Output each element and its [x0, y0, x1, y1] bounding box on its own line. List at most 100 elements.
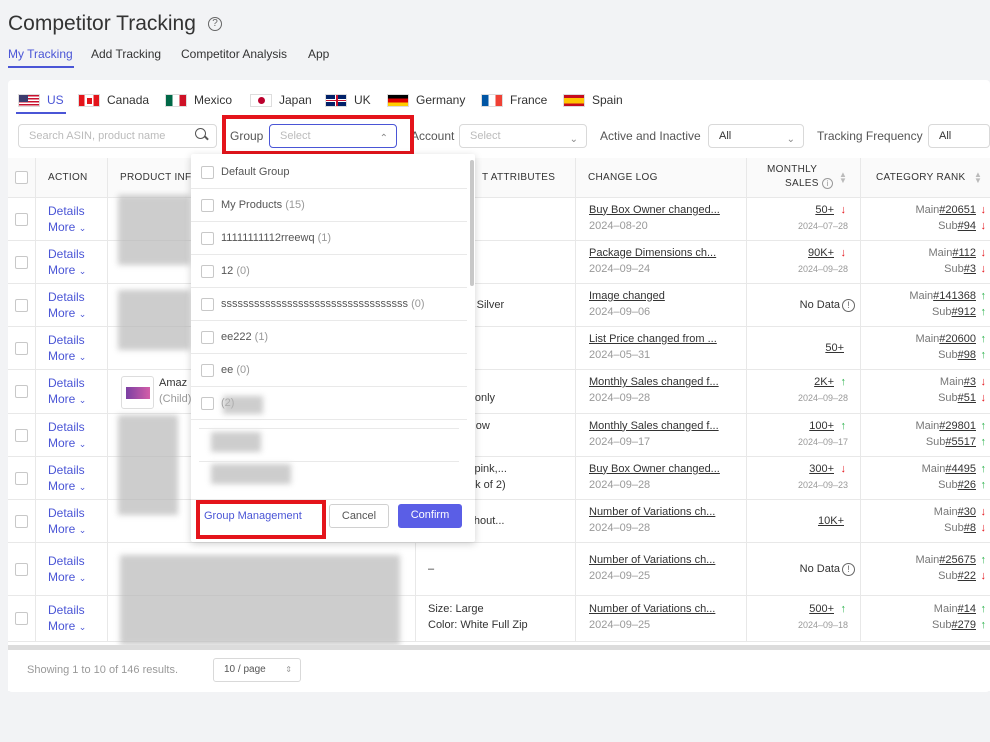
cancel-button[interactable]: Cancel	[329, 504, 389, 528]
info-circle-icon[interactable]: !	[842, 298, 855, 312]
tab-my-tracking[interactable]: My Tracking	[8, 47, 73, 61]
tab-add-tracking[interactable]: Add Tracking	[91, 47, 161, 61]
frequency-select[interactable]: All	[928, 124, 990, 148]
sort-icon[interactable]: ▲ ▼	[839, 171, 847, 185]
change-log-link[interactable]: Monthly Sales changed f...	[589, 420, 719, 432]
change-log-link[interactable]: Package Dimensions ch...	[589, 247, 716, 259]
sort-icon[interactable]: ▲ ▼	[974, 171, 982, 185]
page-size-select[interactable]: 10 / page ⇕	[213, 658, 301, 682]
country-mexico[interactable]: Mexico	[165, 93, 232, 107]
more-menu[interactable]: More ⌄	[48, 263, 86, 277]
attribute-line-2: Color: White Full Zip	[428, 619, 528, 631]
country-spain[interactable]: Spain	[563, 93, 623, 107]
trend-arrow-icon: ↑	[980, 553, 987, 566]
search-input[interactable]: Search ASIN, product name	[18, 124, 217, 148]
group-option[interactable]: ee (0)	[191, 354, 467, 387]
change-log-link[interactable]: Number of Variations ch...	[589, 554, 715, 566]
chevron-down-icon: ⌄	[78, 481, 87, 492]
details-link[interactable]: Details	[48, 554, 85, 568]
monthly-sales-value[interactable]: 50+	[815, 204, 834, 216]
more-menu[interactable]: More ⌄	[48, 522, 86, 536]
main-rank: Main#3	[939, 376, 976, 388]
monthly-sales-value[interactable]: 300+	[809, 463, 834, 475]
details-link[interactable]: Details	[48, 506, 85, 520]
tab-competitor-analysis[interactable]: Competitor Analysis	[181, 47, 287, 61]
group-option[interactable]: ee222 (1)	[191, 321, 467, 354]
group-option-label: 12	[221, 265, 234, 277]
details-link[interactable]: Details	[48, 247, 85, 261]
group-option[interactable]: 12 (0)	[191, 255, 467, 288]
monthly-sales-value[interactable]: 90K+	[808, 247, 834, 259]
more-menu[interactable]: More ⌄	[48, 619, 86, 633]
sub-rank: Sub#912	[931, 305, 976, 318]
change-log-link[interactable]: List Price changed from ...	[589, 333, 717, 345]
change-log-link[interactable]: Image changed	[589, 290, 665, 302]
confirm-button[interactable]: Confirm	[398, 504, 462, 528]
change-log-date: 2024–09–24	[589, 262, 651, 275]
group-option-checkbox[interactable]	[201, 397, 214, 410]
details-link[interactable]: Details	[48, 603, 85, 617]
details-link[interactable]: Details	[48, 204, 85, 218]
group-option-checkbox[interactable]	[201, 232, 214, 245]
status-select[interactable]: All ⌄	[708, 124, 804, 148]
main-rank: Main#4495	[921, 462, 976, 475]
change-log-link[interactable]: Monthly Sales changed f...	[589, 376, 719, 388]
monthly-sales-value[interactable]: 100+	[809, 420, 834, 432]
country-japan[interactable]: Japan	[250, 93, 312, 107]
group-option-checkbox[interactable]	[201, 364, 214, 377]
product-name[interactable]: Amaz	[159, 377, 187, 389]
group-option[interactable]: 11111111112rreewq (1)	[191, 222, 467, 255]
details-link[interactable]: Details	[48, 333, 85, 347]
country-france[interactable]: France	[481, 93, 547, 107]
more-label: More	[48, 219, 76, 234]
group-option-count: (1)	[254, 331, 269, 343]
group-option-count: (0)	[411, 298, 425, 310]
monthly-sales-value[interactable]: 10K+	[818, 515, 844, 527]
question-circle-icon[interactable]: ?	[208, 17, 222, 31]
monthly-sales-date: 2024–07–28	[797, 220, 848, 231]
monthly-sales-value[interactable]: 2K+	[814, 376, 834, 388]
more-menu[interactable]: More ⌄	[48, 570, 86, 584]
change-log-date: 2024–09–06	[589, 305, 651, 318]
details-link[interactable]: Details	[48, 420, 85, 434]
search-icon[interactable]	[195, 128, 209, 141]
country-canada[interactable]: Canada	[78, 93, 149, 107]
account-select[interactable]: Select ⌄	[459, 124, 587, 148]
info-circle-icon[interactable]: i	[822, 178, 833, 189]
change-log-link[interactable]: Buy Box Owner changed...	[589, 204, 720, 216]
group-option-checkbox[interactable]	[201, 331, 214, 344]
more-menu[interactable]: More ⌄	[48, 479, 86, 493]
info-circle-icon[interactable]: !	[842, 562, 855, 576]
chevron-down-icon: ⌄	[78, 524, 87, 535]
more-label: More	[48, 348, 76, 363]
dropdown-scrollbar[interactable]	[470, 160, 474, 286]
product-variant: (Child)	[159, 393, 192, 405]
change-log-link[interactable]: Number of Variations ch...	[589, 506, 715, 518]
change-log-link[interactable]: Number of Variations ch...	[589, 603, 715, 615]
country-uk[interactable]: UK	[325, 93, 371, 107]
details-link[interactable]: Details	[48, 376, 85, 390]
group-option-checkbox[interactable]	[201, 166, 214, 179]
more-menu[interactable]: More ⌄	[48, 220, 86, 234]
product-thumbnail[interactable]	[121, 376, 154, 409]
country-germany[interactable]: Germany	[387, 93, 465, 107]
monthly-sales-value[interactable]: 50+	[825, 342, 844, 354]
group-option[interactable]: My Products (15)	[191, 189, 467, 222]
more-label: More	[48, 392, 76, 406]
group-option-checkbox[interactable]	[201, 265, 214, 278]
details-link[interactable]: Details	[48, 290, 85, 304]
tab-app[interactable]: App	[308, 47, 329, 61]
monthly-sales-value[interactable]: 500+	[809, 603, 834, 615]
more-menu[interactable]: More ⌄	[48, 392, 86, 406]
details-link[interactable]: Details	[48, 463, 85, 477]
group-option[interactable]: Default Group	[191, 156, 467, 189]
group-option[interactable]: ssssssssssssssssssssssssssssssssss (0)	[191, 288, 467, 321]
group-option-checkbox[interactable]	[201, 298, 214, 311]
country-us[interactable]: US	[18, 93, 64, 107]
more-menu[interactable]: More ⌄	[48, 436, 86, 450]
group-option-checkbox[interactable]	[201, 199, 214, 212]
more-menu[interactable]: More ⌄	[48, 349, 86, 363]
more-menu[interactable]: More ⌄	[48, 306, 86, 320]
change-log-link[interactable]: Buy Box Owner changed...	[589, 463, 720, 475]
sub-rank: Sub#94	[938, 219, 976, 232]
